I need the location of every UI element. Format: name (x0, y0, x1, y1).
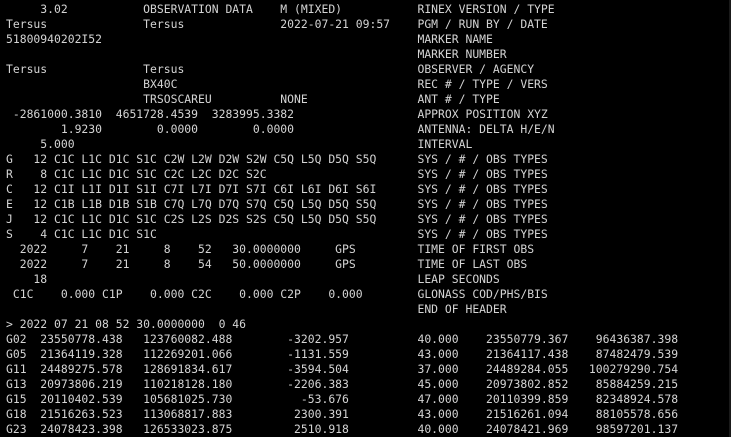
observation-row: G23 24078423.398 126533023.875 2510.918 … (6, 422, 679, 436)
obs-types-glonass-line: R 8 C1C L1C D1C S1C C2C L2C D2C S2C SYS … (6, 167, 548, 181)
observation-row: G11 24489275.578 128691834.617 -3594.504… (6, 362, 679, 376)
pgm-run-by-date-line: Tersus Tersus 2022-07-21 09:57 PGM / RUN… (6, 17, 548, 31)
observer-agency-line: Tersus Tersus OBSERVER / AGENCY (6, 62, 535, 76)
marker-name-line: 51800940202I52 MARKER NAME (6, 32, 493, 46)
end-of-header-line: END OF HEADER (6, 302, 507, 316)
approx-position-line: -2861000.3810 4651728.4539 3283995.3382 … (6, 107, 548, 121)
observation-row: G05 21364119.328 112269201.066 -1131.559… (6, 347, 679, 361)
marker-number-line: MARKER NUMBER (6, 47, 507, 61)
epoch-record-line: > 2022 07 21 08 52 30.0000000 0 46 (6, 317, 247, 331)
terminal-window[interactable]: 3.02 OBSERVATION DATA M (MIXED) RINEX VE… (0, 0, 731, 437)
observation-row: G02 23550778.438 123760082.488 -3202.957… (6, 332, 679, 346)
antenna-delta-line: 1.9230 0.0000 0.0000 ANTENNA: DELTA H/E/… (6, 122, 555, 136)
observation-row: G18 21516263.523 113068817.883 2300.391 … (6, 407, 679, 421)
antenna-type-line: TRSOSCAREU NONE ANT # / TYPE (6, 92, 500, 106)
obs-types-beidou-line: C 12 C1I L1I D1I S1I C7I L7I D7I S7I C6I… (6, 182, 548, 196)
obs-types-galileo-line: E 12 C1B L1B D1B S1B C7Q L7Q D7Q S7Q C5Q… (6, 197, 548, 211)
obs-types-sbas-line: S 4 C1C L1C D1C S1C SYS / # / OBS TYPES (6, 227, 548, 241)
obs-types-qzss-line: J 12 C1C L1C D1C S1C C2S L2S D2S S2S C5Q… (6, 212, 548, 226)
interval-line: 5.000 INTERVAL (6, 137, 473, 151)
terminal-output: 3.02 OBSERVATION DATA M (MIXED) RINEX VE… (6, 2, 678, 437)
leap-seconds-line: 18 LEAP SECONDS (6, 272, 500, 286)
time-of-first-obs-line: 2022 7 21 8 52 30.0000000 GPS TIME OF FI… (6, 242, 535, 256)
observation-row: G15 20110402.539 105681025.730 -53.676 4… (6, 392, 679, 406)
time-of-last-obs-line: 2022 7 21 8 54 50.0000000 GPS TIME OF LA… (6, 257, 528, 271)
glonass-cod-phs-bis-line: C1C 0.000 C1P 0.000 C2C 0.000 C2P 0.000 … (6, 287, 548, 301)
receiver-type-line: BX40C REC # / TYPE / VERS (6, 77, 548, 91)
obs-types-gps-line: G 12 C1C L1C D1C S1C C2W L2W D2W S2W C5Q… (6, 152, 548, 166)
observation-row: G13 20973806.219 110218128.180 -2206.383… (6, 377, 679, 391)
rinex-version-line: 3.02 OBSERVATION DATA M (MIXED) RINEX VE… (6, 2, 555, 16)
